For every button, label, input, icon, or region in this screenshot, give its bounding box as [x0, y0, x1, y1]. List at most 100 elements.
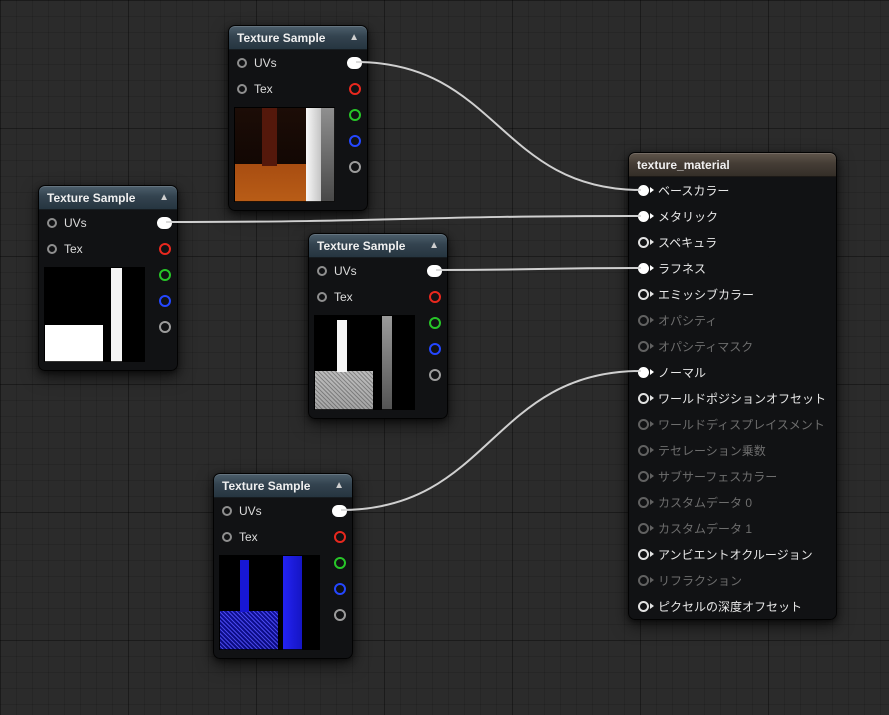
- node-texture-sample-left[interactable]: Texture Sample ▲ UVs Tex: [38, 185, 178, 371]
- material-pin-row-opacity: オパシティ: [629, 307, 836, 333]
- pin-label: エミッシブカラー: [658, 287, 755, 302]
- rgb-output-pin[interactable]: [427, 265, 442, 277]
- uvs-label: UVs: [239, 504, 262, 518]
- normal-input-pin[interactable]: [638, 366, 654, 378]
- node-texture-sample-top[interactable]: Texture Sample ▲ UVs Tex: [228, 25, 368, 211]
- material-pin-row-refraction: リフラクション: [629, 567, 836, 593]
- node-header[interactable]: Texture Sample ▲: [214, 474, 352, 498]
- node-texture-sample-bottom[interactable]: Texture Sample ▲ UVs Tex: [213, 473, 353, 659]
- g-output-pin[interactable]: [349, 109, 361, 121]
- r-output-pin[interactable]: [159, 243, 171, 255]
- node-header[interactable]: Texture Sample ▲: [39, 186, 177, 210]
- wire-left-rgb-to-metallic[interactable]: [165, 215, 642, 223]
- material-pin-row-specular: スペキュラ: [629, 229, 836, 255]
- pin-label: ピクセルの深度オフセット: [658, 599, 803, 614]
- metallic-input-pin[interactable]: [638, 210, 654, 222]
- tex-label: Tex: [254, 82, 273, 96]
- pin-label: スペキュラ: [658, 235, 718, 250]
- pin-row-tex: Tex: [229, 76, 367, 102]
- specular-input-pin[interactable]: [638, 236, 654, 248]
- opacity-input-pin: [638, 314, 654, 326]
- pin-label: テセレーション乗数: [658, 443, 766, 458]
- a-output-pin[interactable]: [349, 161, 361, 173]
- g-output-pin[interactable]: [334, 557, 346, 569]
- b-output-pin[interactable]: [349, 135, 361, 147]
- node-header[interactable]: Texture Sample ▲: [229, 26, 367, 50]
- texture-preview: [314, 315, 415, 410]
- pixel-depth-offset-input-pin[interactable]: [638, 600, 654, 612]
- g-output-pin[interactable]: [429, 317, 441, 329]
- material-pin-row-world-displacement: ワールドディスプレイスメント: [629, 411, 836, 437]
- roughness-input-pin[interactable]: [638, 262, 654, 274]
- pin-label: オパシティ: [658, 313, 718, 328]
- a-output-pin[interactable]: [334, 609, 346, 621]
- collapse-arrow-icon[interactable]: ▲: [429, 240, 439, 251]
- material-pin-row-basecolor: ベースカラー: [629, 177, 836, 203]
- pin-label: カスタムデータ 0: [658, 495, 753, 510]
- material-pin-row-emissive: エミッシブカラー: [629, 281, 836, 307]
- texture-preview: [219, 555, 320, 650]
- refraction-input-pin: [638, 574, 654, 586]
- material-pin-row-tessellation-multiplier: テセレーション乗数: [629, 437, 836, 463]
- uvs-label: UVs: [254, 56, 277, 70]
- material-pin-row-metallic: メタリック: [629, 203, 836, 229]
- pin-label: ワールドディスプレイスメント: [658, 417, 825, 432]
- rgb-output-pin[interactable]: [332, 505, 347, 517]
- b-output-pin[interactable]: [429, 343, 441, 355]
- tessellation-multiplier-input-pin: [638, 444, 654, 456]
- pin-label: ベースカラー: [658, 183, 730, 198]
- pin-label: メタリック: [658, 209, 719, 224]
- emissive-input-pin[interactable]: [638, 288, 654, 300]
- basecolor-input-pin[interactable]: [638, 184, 654, 196]
- uvs-input-pin[interactable]: [47, 218, 57, 228]
- wire-middle-rgb-to-roughness[interactable]: [435, 267, 642, 271]
- material-pin-row-subsurface-color: サブサーフェスカラー: [629, 463, 836, 489]
- custom-data-0-input-pin: [638, 496, 654, 508]
- node-title: Texture Sample: [317, 238, 406, 253]
- uvs-label: UVs: [64, 216, 87, 230]
- b-output-pin[interactable]: [159, 295, 171, 307]
- rgb-output-pin[interactable]: [157, 217, 172, 229]
- material-pin-row-custom-data-1: カスタムデータ 1: [629, 515, 836, 541]
- texture-preview: [44, 267, 145, 362]
- world-position-offset-input-pin[interactable]: [638, 392, 654, 404]
- node-texture-sample-middle[interactable]: Texture Sample ▲ UVs Tex: [308, 233, 448, 419]
- node-header[interactable]: texture_material: [629, 153, 836, 177]
- tex-label: Tex: [334, 290, 353, 304]
- rgb-output-pin[interactable]: [347, 57, 362, 69]
- g-output-pin[interactable]: [159, 269, 171, 281]
- tex-input-pin[interactable]: [237, 84, 247, 94]
- a-output-pin[interactable]: [429, 369, 441, 381]
- opacity-mask-input-pin: [638, 340, 654, 352]
- pin-row-tex: Tex: [214, 524, 352, 550]
- pin-label: カスタムデータ 1: [658, 521, 753, 536]
- node-title: texture_material: [637, 157, 730, 172]
- world-displacement-input-pin: [638, 418, 654, 430]
- collapse-arrow-icon[interactable]: ▲: [349, 32, 359, 43]
- tex-input-pin[interactable]: [47, 244, 57, 254]
- collapse-arrow-icon[interactable]: ▲: [159, 192, 169, 203]
- pin-label: ノーマル: [658, 365, 707, 380]
- node-header[interactable]: Texture Sample ▲: [309, 234, 447, 258]
- tex-input-pin[interactable]: [222, 532, 232, 542]
- pin-label: リフラクション: [658, 573, 743, 588]
- r-output-pin[interactable]: [334, 531, 346, 543]
- material-pin-row-normal: ノーマル: [629, 359, 836, 385]
- graph-canvas[interactable]: Texture Sample ▲ UVs Tex Texture Sample …: [0, 0, 889, 715]
- material-pin-row-roughness: ラフネス: [629, 255, 836, 281]
- a-output-pin[interactable]: [159, 321, 171, 333]
- r-output-pin[interactable]: [429, 291, 441, 303]
- node-texture-material[interactable]: texture_material ベースカラー メタリック スペキュラ ラフネス…: [628, 152, 837, 620]
- r-output-pin[interactable]: [349, 83, 361, 95]
- b-output-pin[interactable]: [334, 583, 346, 595]
- uvs-input-pin[interactable]: [222, 506, 232, 516]
- material-pin-row-opacity-mask: オパシティマスク: [629, 333, 836, 359]
- wire-top-rgb-to-basecolor[interactable]: [355, 61, 642, 191]
- uvs-input-pin[interactable]: [237, 58, 247, 68]
- pin-label: オパシティマスク: [658, 339, 754, 354]
- tex-input-pin[interactable]: [317, 292, 327, 302]
- material-pin-row-world-position-offset: ワールドポジションオフセット: [629, 385, 836, 411]
- uvs-input-pin[interactable]: [317, 266, 327, 276]
- ambient-occlusion-input-pin[interactable]: [638, 548, 654, 560]
- collapse-arrow-icon[interactable]: ▲: [334, 480, 344, 491]
